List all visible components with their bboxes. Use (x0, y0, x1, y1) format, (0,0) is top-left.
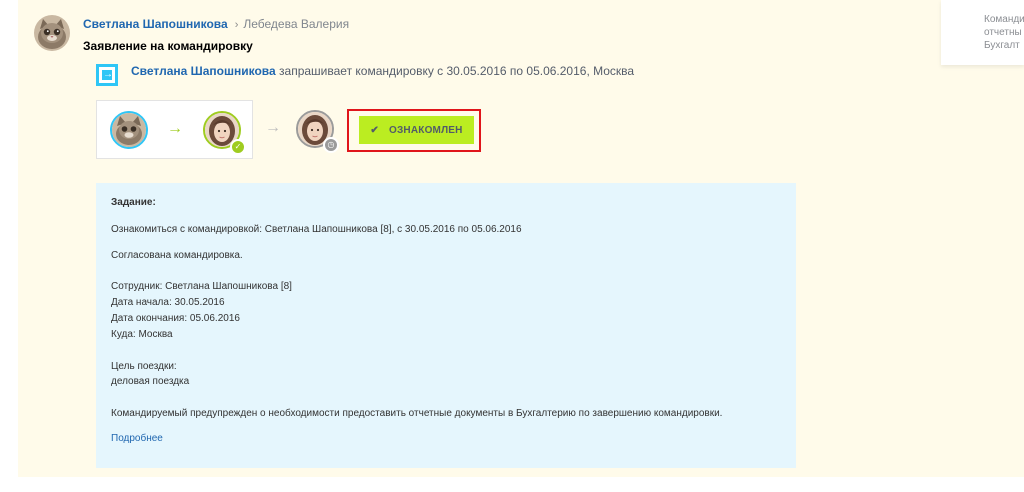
acknowledged-label: ОЗНАКОМЛЕН (388, 124, 463, 136)
check-badge-icon: ✓ (230, 139, 246, 155)
check-icon: ✔ (370, 124, 379, 136)
side-panel: Команди отчетны Бухгалт (941, 0, 1024, 65)
task-start-date: Дата начала: 30.05.2016 (111, 297, 225, 308)
more-link[interactable]: Подробнее (111, 433, 163, 445)
task-purpose-label: Цель поездки: (111, 361, 177, 372)
request-author-link[interactable]: Светлана Шапошникова (131, 64, 276, 78)
post-title: Заявление на командировку (83, 39, 253, 53)
side-panel-line: Команди (984, 14, 1024, 25)
author-link[interactable]: Светлана Шапошникова (83, 17, 228, 31)
recipient-link[interactable]: Лебедева Валерия (243, 17, 349, 31)
task-line: Согласована командировка. (111, 250, 243, 261)
clock-badge-icon: ◷ (323, 137, 339, 153)
arrow-right-icon: → (265, 119, 281, 136)
author-avatar[interactable] (34, 15, 70, 51)
side-panel-line: отчетны (984, 27, 1022, 38)
task-panel: Задание: Ознакомиться с командировкой: С… (96, 183, 796, 468)
workflow-step-author-avatar[interactable] (110, 111, 148, 149)
task-line: Ознакомиться с командировкой: Светлана Ш… (111, 224, 522, 235)
request-text: запрашивает командировку с 30.05.2016 по… (279, 64, 635, 78)
side-panel-line: Бухгалт (984, 40, 1020, 51)
task-purpose: деловая поездка (111, 376, 190, 387)
acknowledged-button[interactable]: ✔ ОЗНАКОМЛЕН (359, 116, 474, 144)
arrow-right-icon: → (167, 120, 183, 137)
approval-workflow: → ✓ (96, 100, 253, 159)
request-line: Светлана Шапошникова запрашивает команди… (131, 63, 634, 79)
task-end-date: Дата окончания: 05.06.2016 (111, 313, 240, 324)
task-destination: Куда: Москва (111, 329, 173, 340)
task-heading: Задание: (111, 197, 156, 208)
task-notice: Командируемый предупрежден о необходимос… (111, 408, 723, 419)
chevron-right-icon: › (234, 19, 239, 31)
task-employee: Сотрудник: Светлана Шапошникова [8] (111, 281, 292, 292)
arrow-right-square-icon: → (96, 64, 118, 86)
post-header: Светлана Шапошникова › Лебедева Валерия (83, 16, 349, 33)
